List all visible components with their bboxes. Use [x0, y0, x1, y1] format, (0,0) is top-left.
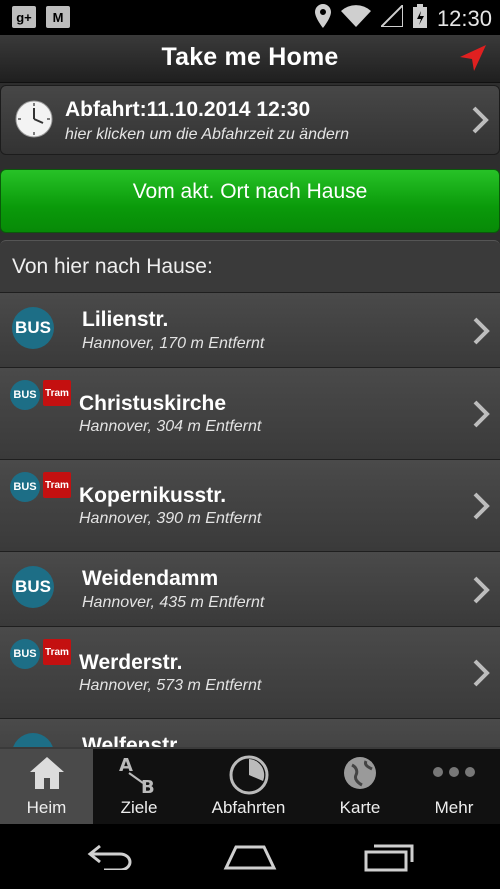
home-icon	[28, 755, 66, 796]
tab-label: Mehr	[434, 798, 474, 817]
station-detail: Hannover, 573 m Entfernt	[79, 677, 262, 694]
recent-apps-button[interactable]	[364, 842, 416, 877]
locate-me-button[interactable]	[458, 43, 488, 78]
station-detail: Hannover, 170 m Entfernt	[82, 335, 265, 352]
tab-karte[interactable]: Karte	[312, 749, 408, 824]
tram-icon: Tram	[43, 472, 71, 498]
system-navigation-bar	[0, 824, 500, 889]
tram-icon: Tram	[43, 639, 71, 665]
station-detail: Hannover, 390 m Entfernt	[79, 510, 262, 527]
station-name: Welfenstr.	[82, 734, 182, 747]
home-button[interactable]	[222, 844, 278, 875]
departure-hint: hier klicken um die Abfahrzeit zu ändern	[65, 126, 349, 143]
list-item[interactable]: BUS Lilienstr. Hannover, 170 m Entfernt	[0, 292, 500, 367]
navigation-arrow-icon	[458, 45, 488, 77]
a-to-b-icon: A B	[117, 755, 161, 800]
station-name: Lilienstr.	[82, 308, 169, 331]
bus-icon: BUS	[12, 307, 54, 349]
chevron-right-icon	[472, 400, 490, 433]
departure-time-selector[interactable]: Abfahrt:11.10.2014 12:30 hier klicken um…	[0, 85, 500, 155]
page-title: Take me Home	[161, 43, 339, 71]
tram-icon: Tram	[43, 380, 71, 406]
tab-label: Ziele	[120, 798, 158, 817]
go-home-from-here-button[interactable]: Vom akt. Ort nach Hause	[0, 169, 500, 233]
tab-heim[interactable]: Heim	[0, 749, 93, 824]
status-time: 12:30	[436, 5, 492, 31]
chevron-right-icon	[472, 659, 490, 692]
chevron-right-icon	[472, 492, 490, 525]
gmail-icon: M	[46, 6, 70, 28]
location-pin-icon	[314, 4, 331, 33]
bottom-navigation: Heim A B Ziele Abfahrten Karte Mehr	[0, 747, 500, 824]
station-name: Werderstr.	[79, 651, 183, 674]
list-item[interactable]: BUS Welfenstr.	[0, 718, 500, 747]
tab-mehr[interactable]: Mehr	[408, 749, 500, 824]
chevron-right-icon	[472, 317, 490, 350]
station-name: Kopernikusstr.	[79, 484, 227, 507]
list-item[interactable]: BUS Weidendamm Hannover, 435 m Entfernt	[0, 551, 500, 626]
chevron-right-icon	[471, 106, 489, 139]
main-content: Abfahrt:11.10.2014 12:30 hier klicken um…	[0, 83, 500, 747]
app-bar: Take me Home	[0, 35, 500, 83]
station-name: Weidendamm	[82, 567, 219, 590]
back-button[interactable]	[86, 842, 136, 875]
list-item[interactable]: BUS Tram Werderstr. Hannover, 573 m Entf…	[0, 626, 500, 718]
globe-icon	[342, 755, 378, 796]
bus-icon: BUS	[10, 380, 40, 410]
stations-list: Von hier nach Hause: BUS Lilienstr. Hann…	[0, 240, 500, 747]
tab-label: Abfahrten	[211, 798, 286, 817]
more-dots-icon	[432, 765, 476, 783]
tab-label: Karte	[339, 798, 381, 817]
bus-icon: BUS	[12, 733, 54, 747]
tab-label: Heim	[26, 798, 67, 817]
list-item[interactable]: BUS Tram Christuskirche Hannover, 304 m …	[0, 367, 500, 459]
svg-text:B: B	[141, 777, 155, 795]
station-detail: Hannover, 435 m Entfernt	[82, 594, 265, 611]
tab-ziele[interactable]: A B Ziele	[93, 749, 185, 824]
tab-abfahrten[interactable]: Abfahrten	[185, 749, 312, 824]
google-plus-icon: g+	[12, 6, 36, 28]
signal-icon	[378, 2, 404, 32]
station-detail: Hannover, 304 m Entfernt	[79, 418, 262, 435]
list-header: Von hier nach Hause:	[12, 255, 213, 278]
svg-text:A: A	[119, 755, 133, 776]
clock-pie-icon	[229, 755, 269, 800]
station-name: Christuskirche	[79, 392, 227, 415]
departure-title: Abfahrt:11.10.2014 12:30	[65, 98, 311, 121]
bus-icon: BUS	[10, 472, 40, 502]
bus-icon: BUS	[12, 566, 54, 608]
list-item[interactable]: BUS Tram Kopernikusstr. Hannover, 390 m …	[0, 459, 500, 551]
battery-icon	[412, 4, 427, 33]
chevron-right-icon	[472, 576, 490, 609]
clock-icon	[15, 100, 53, 143]
status-bar: g+ M 12:30	[0, 0, 500, 35]
bus-icon: BUS	[10, 639, 40, 669]
wifi-icon	[340, 5, 371, 32]
